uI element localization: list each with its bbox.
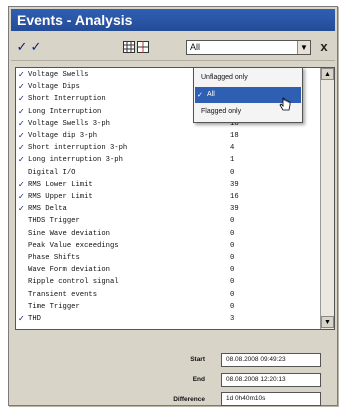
event-name: THDS Trigger <box>28 217 80 226</box>
start-time-field: 08.08.2008 09:49:23 <box>221 353 321 367</box>
event-list-scrollbar[interactable]: ▲ ▼ <box>320 68 334 329</box>
checked-icon[interactable]: ✓ <box>18 131 27 140</box>
event-row[interactable]: ✓ THD 3 <box>16 314 322 324</box>
checked-icon[interactable]: ✓ <box>18 192 27 201</box>
checked-icon[interactable]: ✓ <box>18 314 27 323</box>
end-label: End <box>192 376 205 383</box>
window-title: Events - Analysis <box>11 9 335 31</box>
event-row[interactable]: THDS Trigger 0 <box>16 216 322 226</box>
event-name: RMS Upper Limit <box>28 193 93 201</box>
event-name: Voltage dip 3-ph <box>28 132 98 140</box>
unchecked-icon[interactable] <box>18 277 27 286</box>
event-name: Sine Wave deviation <box>28 229 110 238</box>
checked-icon[interactable]: ✓ <box>18 155 27 164</box>
event-name: THD <box>28 315 41 323</box>
split-view-icon[interactable] <box>137 41 149 53</box>
hand-cursor-icon <box>279 97 291 111</box>
scroll-up-icon[interactable]: ▲ <box>321 68 334 80</box>
chevron-down-icon[interactable]: ▼ <box>297 41 310 54</box>
event-count: 0 <box>230 278 235 287</box>
event-name: Voltage Swells 3-ph <box>28 119 110 128</box>
event-filter-value: All <box>190 42 201 52</box>
end-time-field: 08.08.2008 12:20:13 <box>221 373 321 387</box>
grid-view-icon[interactable] <box>123 41 135 53</box>
start-label: Start <box>190 356 205 363</box>
event-count: 16 <box>230 193 239 201</box>
event-count: 0 <box>230 229 235 238</box>
event-count: 0 <box>230 266 235 275</box>
checked-icon[interactable]: ✓ <box>18 204 27 213</box>
event-count: 0 <box>230 290 235 299</box>
filter-dropdown-menu: Unflagged only ✓ All Flagged only <box>193 67 303 123</box>
event-count: 39 <box>230 205 239 214</box>
event-name: Long interruption 3-ph <box>28 156 123 165</box>
event-row[interactable]: Wave Form deviation 0 <box>16 265 322 275</box>
event-count: 39 <box>230 180 239 189</box>
event-name: Short interruption 3-ph <box>28 144 128 153</box>
event-row[interactable]: Time Trigger 0 <box>16 302 322 312</box>
event-name: Long Interruption <box>28 107 102 116</box>
event-name: Ripple control signal <box>28 278 119 287</box>
event-name: Time Trigger <box>28 302 80 311</box>
unchecked-icon[interactable] <box>18 253 27 262</box>
event-row[interactable]: ✓ Voltage dip 3-ph 18 <box>16 131 322 141</box>
event-row[interactable]: Sine Wave deviation 0 <box>16 229 322 239</box>
event-count: 0 <box>230 168 235 177</box>
event-count: 1 <box>230 156 235 165</box>
event-name: Voltage Dips <box>28 83 80 92</box>
event-filter-select[interactable]: All ▼ <box>186 40 311 55</box>
event-row[interactable]: Ripple control signal 0 <box>16 277 322 287</box>
difference-field: 1d 0h40m10s <box>221 392 321 406</box>
unchecked-icon[interactable] <box>18 265 27 274</box>
event-count: 0 <box>230 254 235 262</box>
checked-icon[interactable]: ✓ <box>18 82 27 91</box>
event-count: 0 <box>230 217 235 226</box>
unchecked-icon[interactable] <box>18 241 27 250</box>
event-row[interactable]: ✓ RMS Delta 39 <box>16 204 322 214</box>
event-count: 0 <box>230 241 235 250</box>
event-row[interactable]: Transient events 0 <box>16 290 322 300</box>
selected-check-icon: ✓ <box>197 91 203 99</box>
event-name: Short Interruption <box>28 95 106 104</box>
checked-icon[interactable]: ✓ <box>18 119 27 128</box>
checked-icon[interactable]: ✓ <box>18 70 27 79</box>
checked-icon[interactable]: ✓ <box>18 107 27 116</box>
check-selected-icon[interactable]: ✓ <box>29 41 43 55</box>
event-name: Phase Shifts <box>28 254 80 262</box>
event-row[interactable]: Phase Shifts 0 <box>16 253 322 263</box>
event-name: Voltage Swells <box>28 71 89 79</box>
event-count: 3 <box>230 315 235 323</box>
event-row[interactable]: ✓ Short interruption 3-ph 4 <box>16 143 322 153</box>
event-name: Digital I/O <box>28 168 76 177</box>
event-name: Transient events <box>28 290 98 299</box>
scroll-down-icon[interactable]: ▼ <box>321 316 334 328</box>
summary-panel: Start 08.08.2008 09:49:23 End 08.08.2008… <box>15 334 335 406</box>
event-row[interactable]: ✓ Long interruption 3-ph 1 <box>16 155 322 165</box>
unchecked-icon[interactable] <box>18 229 27 238</box>
event-name: Wave Form deviation <box>28 266 110 275</box>
check-all-icon[interactable]: ✓ <box>15 41 29 55</box>
unchecked-icon[interactable] <box>18 216 27 225</box>
event-row[interactable]: ✓ RMS Lower Limit 39 <box>16 180 322 190</box>
checked-icon[interactable]: ✓ <box>18 94 27 103</box>
unchecked-icon[interactable] <box>18 290 27 299</box>
filter-option-unflagged[interactable]: Unflagged only <box>195 70 301 86</box>
event-row[interactable]: Peak Value exceedings 0 <box>16 241 322 251</box>
event-name: Peak Value exceedings <box>28 241 119 250</box>
event-count: 0 <box>230 302 235 311</box>
event-row[interactable]: Digital I/O 0 <box>16 168 322 178</box>
event-count: 4 <box>230 144 235 153</box>
unchecked-icon[interactable] <box>18 302 27 311</box>
close-icon[interactable]: x <box>316 39 332 55</box>
event-name: RMS Lower Limit <box>28 180 93 189</box>
toolbar: ✓ ✓ All ▼ x <box>11 33 335 61</box>
event-name: RMS Delta <box>28 205 67 214</box>
event-row[interactable]: ✓ RMS Upper Limit 16 <box>16 192 322 202</box>
events-analysis-window: Events - Analysis ✓ ✓ All ▼ x ✓ Voltage S… <box>8 6 338 406</box>
difference-label: Difference <box>173 396 205 403</box>
checked-icon[interactable]: ✓ <box>18 180 27 189</box>
checked-icon[interactable]: ✓ <box>18 143 27 152</box>
event-count: 18 <box>230 132 239 140</box>
unchecked-icon[interactable] <box>18 168 27 177</box>
